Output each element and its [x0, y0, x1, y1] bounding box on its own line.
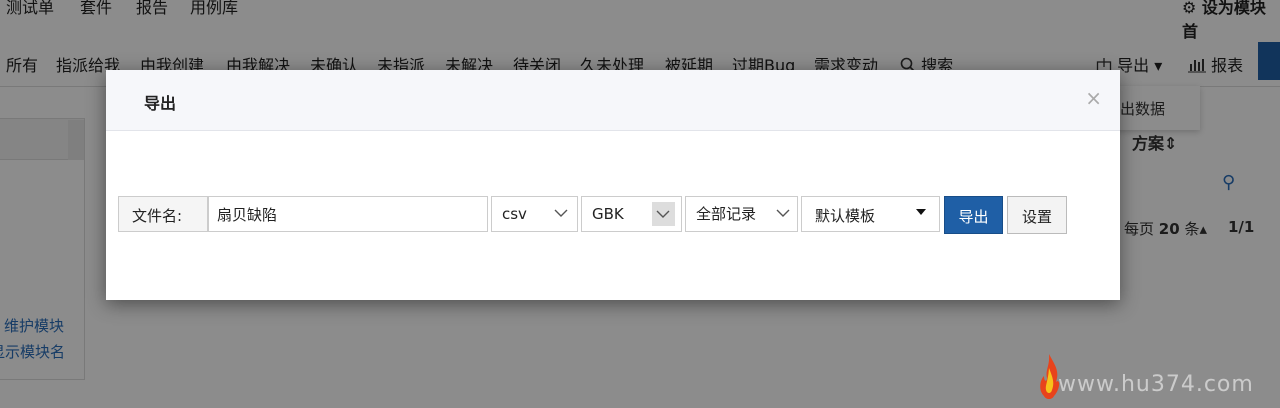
template-select[interactable]: 默认模板 [801, 196, 940, 232]
export-dialog: 导出 × 文件名: csv GBK 全部记录 默认模板 导出 设置 [106, 70, 1120, 300]
format-select[interactable]: csv [491, 196, 578, 232]
close-icon[interactable]: × [1085, 86, 1102, 110]
filename-label-cell: 文件名: [118, 196, 208, 232]
encoding-dropdown-toggle[interactable] [652, 202, 675, 226]
filename-field[interactable] [208, 196, 488, 232]
template-value: 默认模板 [815, 207, 876, 225]
export-dialog-title: 导出 [144, 94, 177, 113]
chevron-down-icon [776, 209, 790, 217]
encoding-select[interactable]: GBK [581, 196, 682, 232]
filename-label: 文件名: [132, 207, 183, 225]
format-value: csv [502, 205, 527, 223]
chevron-down-icon [554, 209, 568, 217]
caret-down-icon [916, 209, 926, 215]
export-button[interactable]: 导出 [944, 196, 1003, 234]
export-button-label: 导出 [958, 208, 989, 226]
settings-button[interactable]: 设置 [1007, 196, 1067, 234]
settings-button-label: 设置 [1021, 208, 1052, 226]
chevron-down-icon [656, 210, 670, 218]
watermark-text: www.hu374.com [1058, 372, 1254, 397]
encoding-value: GBK [592, 205, 624, 223]
record-range-select[interactable]: 全部记录 [685, 196, 798, 232]
export-dialog-header: 导出 × [106, 70, 1120, 131]
filename-input[interactable] [209, 197, 487, 231]
record-range-value: 全部记录 [696, 205, 757, 223]
